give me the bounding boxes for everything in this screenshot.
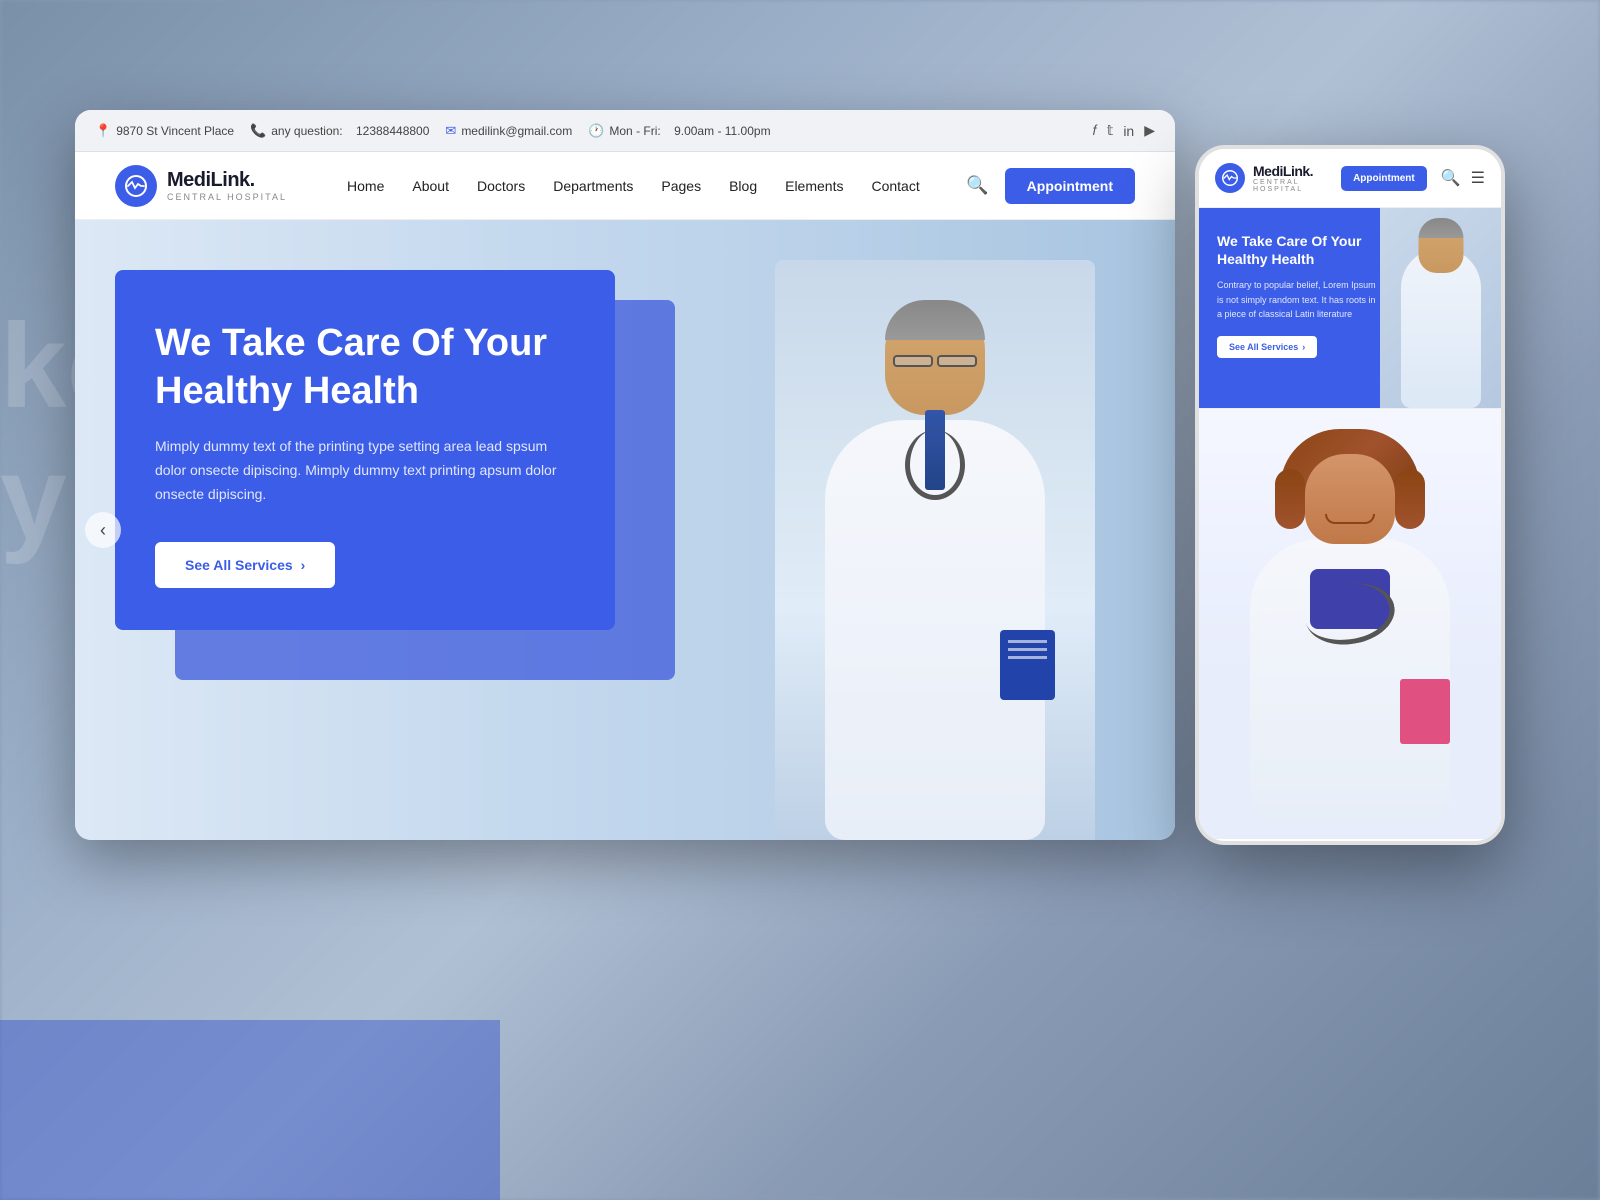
hero-section: ‹ — [75, 220, 1175, 840]
phone-label: any question: — [271, 124, 342, 138]
nav-contact[interactable]: Contact — [871, 178, 919, 194]
hero-description: Mimply dummy text of the printing type s… — [155, 435, 575, 506]
phone-logo-sub: CENTRAL HOSPITAL — [1253, 179, 1333, 193]
phone-doctor-area — [1380, 208, 1501, 408]
nav-blog[interactable]: Blog — [729, 178, 757, 194]
phone-appointment-button[interactable]: Appointment — [1341, 166, 1427, 191]
logo-name: MediLink. — [167, 169, 287, 192]
phone-doctor-section — [1199, 409, 1501, 839]
carousel-left-arrow[interactable]: ‹ — [85, 512, 121, 548]
facebook-icon[interactable]: 𝑓 — [1092, 122, 1096, 139]
nav-links: Home About Doctors Departments Pages Blo… — [347, 178, 920, 194]
phone-hero-cta-button[interactable]: See All Services › — [1217, 336, 1317, 358]
phone-menu-icon[interactable]: ☰ — [1471, 168, 1485, 188]
hours-item: 🕐 Mon - Fri: 9.00am - 11.00pm — [588, 123, 770, 139]
female-doctor-figure — [1220, 429, 1480, 829]
phone-hero-cta-label: See All Services — [1229, 342, 1298, 352]
phone-logo-text: MediLink. CENTRAL HOSPITAL — [1253, 163, 1333, 193]
youtube-icon[interactable]: ▶ — [1144, 122, 1155, 139]
phone-doctor-figure — [1380, 208, 1501, 408]
linkedin-icon[interactable]: in — [1123, 123, 1134, 139]
phone-action-icons: 🔍 ☰ — [1441, 168, 1485, 188]
phone-logo-icon — [1215, 163, 1245, 193]
phone-hero-cta-arrow: › — [1302, 342, 1305, 352]
nav-about[interactable]: About — [412, 178, 449, 194]
hero-cta-label: See All Services — [185, 557, 293, 573]
location-icon: 📍 — [95, 123, 111, 139]
logo[interactable]: MediLink. CENTRAL HOSPITAL — [115, 165, 287, 207]
phone-logo-name: MediLink. — [1253, 163, 1333, 179]
email-text: medilink@gmail.com — [461, 124, 572, 138]
hero-title: We Take Care Of Your Healthy Health — [155, 320, 575, 415]
nav-pages[interactable]: Pages — [661, 178, 701, 194]
nav-actions: 🔍 Appointment — [966, 168, 1135, 204]
logo-icon — [115, 165, 157, 207]
hours-label: Mon - Fri: — [609, 124, 660, 138]
phone-number: 12388448800 — [356, 124, 429, 138]
clock-icon: 🕐 — [588, 123, 604, 139]
hero-cta-button[interactable]: See All Services › — [155, 542, 335, 588]
hero-box: We Take Care Of Your Healthy Health Mimp… — [115, 270, 615, 630]
nav-doctors[interactable]: Doctors — [477, 178, 525, 194]
phone-search-icon[interactable]: 🔍 — [1441, 168, 1461, 188]
twitter-icon[interactable]: 𝕥 — [1107, 122, 1114, 139]
hero-content-wrapper: We Take Care Of Your Healthy Health Mimp… — [115, 270, 615, 630]
address-item: 📍 9870 St Vincent Place — [95, 123, 234, 139]
hours-text: 9.00am - 11.00pm — [674, 124, 771, 138]
phone-icon: 📞 — [250, 123, 266, 139]
phone-navbar: MediLink. CENTRAL HOSPITAL Appointment 🔍… — [1199, 149, 1501, 208]
appointment-button[interactable]: Appointment — [1005, 168, 1135, 204]
phone-mockup: MediLink. CENTRAL HOSPITAL Appointment 🔍… — [1195, 145, 1505, 845]
address-text: 9870 St Vincent Place — [116, 124, 234, 138]
search-icon[interactable]: 🔍 — [966, 175, 988, 196]
social-links: 𝑓 𝕥 in ▶ — [1092, 122, 1155, 139]
doctor-image — [775, 260, 1095, 840]
nav-home[interactable]: Home — [347, 178, 384, 194]
hero-cta-arrow: › — [301, 557, 306, 573]
phone-hero-section: We Take Care Of Your Healthy Health Cont… — [1199, 208, 1501, 408]
top-bar: 📍 9870 St Vincent Place 📞 any question: … — [75, 110, 1175, 152]
nav-departments[interactable]: Departments — [553, 178, 633, 194]
bg-blue-bar — [0, 1020, 500, 1200]
nav-elements[interactable]: Elements — [785, 178, 843, 194]
phone-hero-description: Contrary to popular belief, Lorem Ipsum … — [1217, 278, 1377, 321]
browser-window: 📍 9870 St Vincent Place 📞 any question: … — [75, 110, 1175, 840]
logo-text: MediLink. CENTRAL HOSPITAL — [167, 169, 287, 202]
logo-sub: CENTRAL HOSPITAL — [167, 192, 287, 202]
phone-hero-title: We Take Care Of Your Healthy Health — [1217, 232, 1363, 268]
email-item: ✉ medilink@gmail.com — [445, 123, 572, 139]
phone-female-doc-wrapper — [1199, 409, 1501, 839]
email-icon: ✉ — [445, 123, 456, 139]
navbar: MediLink. CENTRAL HOSPITAL Home About Do… — [75, 152, 1175, 220]
phone-item: 📞 any question: 12388448800 — [250, 123, 429, 139]
